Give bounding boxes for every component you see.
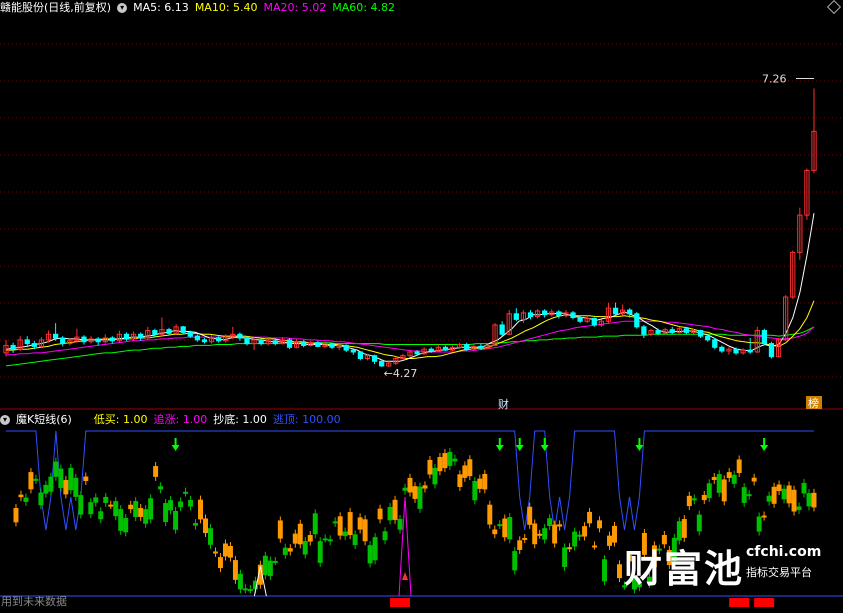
candle xyxy=(556,311,562,317)
watermark-logo: 财富池 cfchi.com 指标交易平台 xyxy=(624,536,824,591)
candle xyxy=(591,317,597,326)
candle xyxy=(244,337,250,345)
watermark-slogan: 指标交易平台 xyxy=(746,566,812,579)
ma-line-ma10 xyxy=(6,300,815,359)
candle xyxy=(237,333,243,339)
candle xyxy=(683,328,690,333)
sub-header: ▾ 魔K短线(6) 低买: 1.00 追涨: 1.00 抄底: 1.00 逃顶: 100.… xyxy=(0,413,347,427)
bottom-fish-label: 抄底: 1.00 xyxy=(213,413,267,426)
candle xyxy=(81,336,87,343)
candle xyxy=(166,329,172,334)
candle xyxy=(570,312,576,319)
ma10-label: MA10: 5.40 xyxy=(194,1,258,14)
chase-label: 追涨: 1.00 xyxy=(153,413,208,426)
candle xyxy=(187,331,193,337)
bottom-signal-block xyxy=(390,598,411,607)
candle xyxy=(697,330,704,337)
candle xyxy=(719,346,725,352)
candle xyxy=(612,307,619,315)
watermark-url: cfchi.com xyxy=(746,544,822,560)
candle xyxy=(761,330,768,345)
candle xyxy=(31,343,37,347)
candle xyxy=(627,309,633,315)
candle xyxy=(60,337,66,345)
main-header: 赣能股份(日线,前复权) ▾ MA5: 6.13 MA10: 5.40 MA20: 5.… xyxy=(0,1,401,15)
candle xyxy=(180,326,186,333)
high-price-label: 7.26 xyxy=(762,72,787,85)
candle xyxy=(478,345,484,349)
candle xyxy=(641,326,647,335)
candle xyxy=(123,333,130,340)
buy-arrow-icon xyxy=(171,445,180,451)
candle xyxy=(634,313,640,328)
candle xyxy=(428,348,434,352)
buy-arrow-icon xyxy=(760,445,769,451)
candle xyxy=(379,360,385,367)
candle xyxy=(705,335,711,341)
candle xyxy=(10,344,16,350)
candle xyxy=(194,335,200,341)
candle xyxy=(95,338,101,343)
candle xyxy=(216,337,222,342)
footer-note: 用到未来数据 xyxy=(1,594,67,608)
candle xyxy=(315,342,321,347)
chart-stage: 7.26 ←4.27 财 榜用到未来数据 赣能股份(日线,前复权) ▾ MA5: 6.13… xyxy=(0,0,843,609)
candle xyxy=(577,317,583,322)
candle xyxy=(109,337,115,342)
low-buy-label: 低买: 1.00 xyxy=(93,413,148,426)
indicator-title: 魔K短线(6) xyxy=(16,413,72,426)
candle xyxy=(499,324,505,335)
bottom-signal-block xyxy=(754,598,775,607)
rong-marker: 榜 xyxy=(808,396,819,410)
up-tick-icon xyxy=(402,572,409,580)
candle xyxy=(301,341,307,346)
candle xyxy=(152,330,158,335)
candle xyxy=(464,344,470,350)
candle xyxy=(733,348,739,354)
candle xyxy=(768,343,775,358)
candle xyxy=(655,330,661,334)
candle xyxy=(24,339,30,345)
buy-arrow-icon xyxy=(515,445,524,451)
signal-peak xyxy=(398,496,412,597)
candle xyxy=(669,329,675,333)
low-price-label: ←4.27 xyxy=(384,367,418,380)
kline-chart[interactable]: 7.26 ←4.27 财 榜用到未来数据 xyxy=(0,0,843,609)
candle xyxy=(343,344,349,351)
bottom-signal-block xyxy=(729,598,750,607)
candle xyxy=(513,313,519,320)
watermark-brand: 财富池 xyxy=(624,547,745,591)
candle xyxy=(258,339,264,345)
candle xyxy=(272,340,278,345)
ma5-label: MA5: 6.13 xyxy=(133,1,189,14)
collapse-icon[interactable]: ▾ xyxy=(0,415,10,425)
candle xyxy=(542,310,548,316)
cai-marker: 财 xyxy=(498,397,509,411)
ma60-label: MA60: 4.82 xyxy=(332,1,395,14)
candle xyxy=(201,339,208,343)
candle xyxy=(350,349,356,353)
stock-title: 赣能股份(日线,前复权) xyxy=(0,1,112,14)
candle xyxy=(747,349,753,353)
candle xyxy=(52,333,59,339)
candle xyxy=(414,351,420,355)
buy-arrow-icon xyxy=(635,445,644,451)
candle xyxy=(712,339,718,348)
buy-arrow-icon xyxy=(495,445,504,451)
candle xyxy=(442,346,449,351)
candle xyxy=(329,343,335,348)
buy-arrow-icon xyxy=(540,445,549,451)
candle xyxy=(138,333,144,339)
dropdown-icon[interactable]: ▾ xyxy=(117,3,128,13)
candle xyxy=(527,312,534,318)
candle xyxy=(371,355,378,362)
candle xyxy=(357,351,364,359)
escape-top-label: 逃顶: 100.00 xyxy=(272,413,341,426)
ma20-label: MA20: 5.02 xyxy=(263,1,327,14)
candle xyxy=(286,339,293,348)
